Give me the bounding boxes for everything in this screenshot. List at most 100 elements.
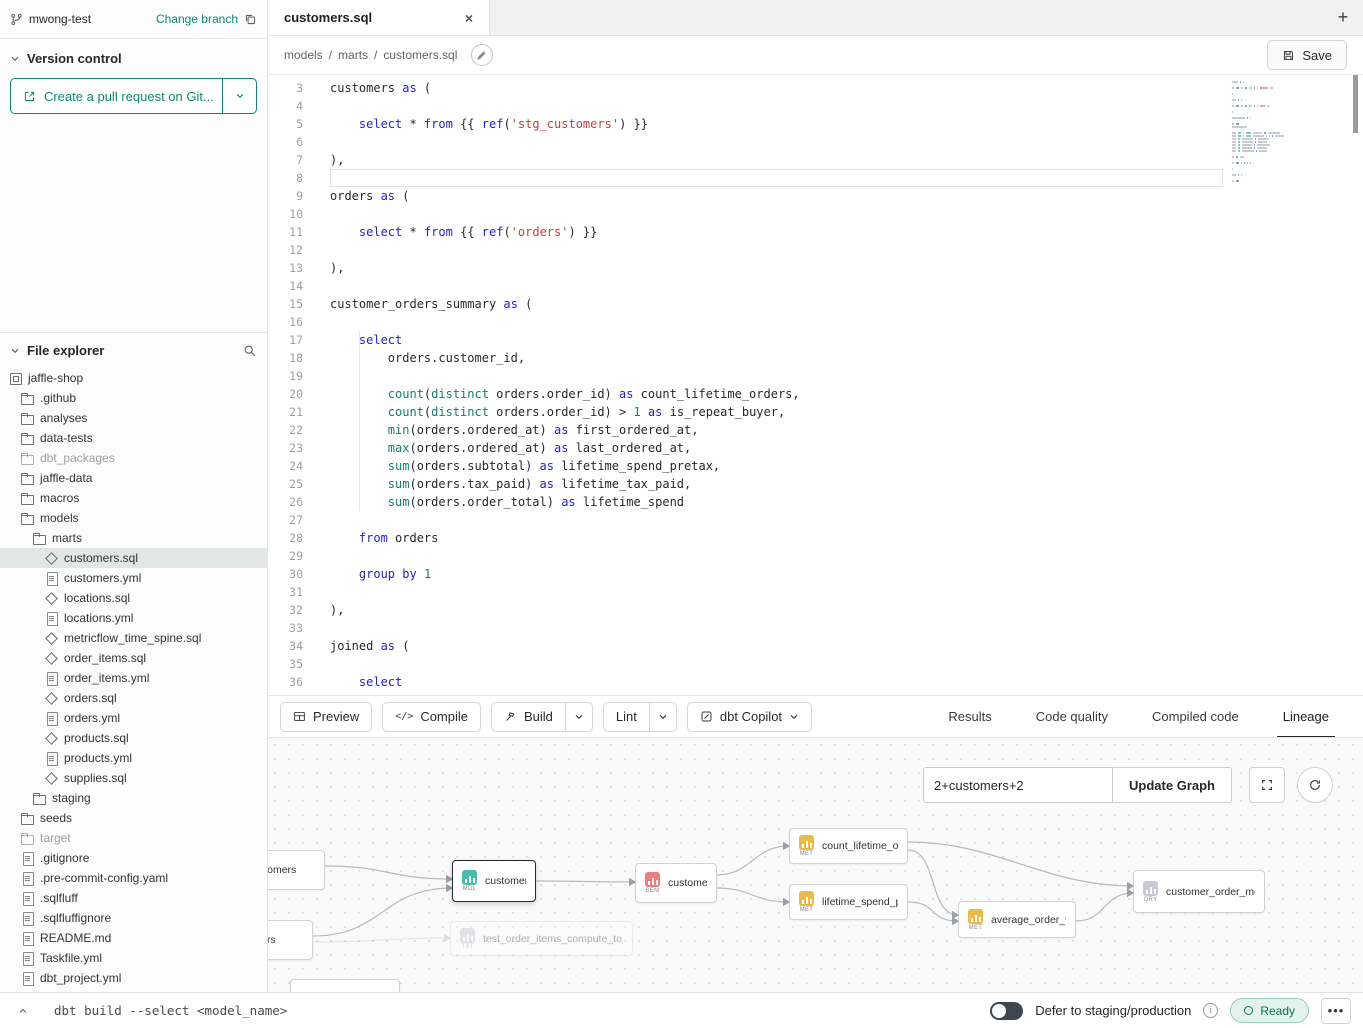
file-tree-item[interactable]: orders.yml <box>0 708 267 728</box>
code-line[interactable]: 16 <box>268 313 1363 331</box>
chevron-down-icon[interactable] <box>10 54 20 64</box>
change-branch-link[interactable]: Change branch <box>156 12 238 26</box>
code-line[interactable]: 33 <box>268 619 1363 637</box>
lineage-node[interactable] <box>290 979 400 992</box>
file-tree-item[interactable]: .sqlfluff <box>0 888 267 908</box>
code-line[interactable]: 27 <box>268 511 1363 529</box>
code-editor[interactable]: 3customers as (45 select * from {{ ref('… <box>268 75 1363 695</box>
file-tree-item[interactable]: jaffle-shop <box>0 368 267 388</box>
file-tree-item[interactable]: marts <box>0 528 267 548</box>
file-tree-item[interactable]: seeds <box>0 808 267 828</box>
build-button[interactable]: Build <box>491 702 565 732</box>
code-line[interactable]: 15customer_orders_summary as ( <box>268 295 1363 313</box>
lint-button[interactable]: Lint <box>603 702 649 732</box>
lineage-node[interactable]: METaverage_order_value <box>958 901 1076 938</box>
preview-button[interactable]: Preview <box>280 702 372 732</box>
defer-toggle[interactable] <box>990 1002 1023 1020</box>
code-line[interactable]: 30 group by 1 <box>268 565 1363 583</box>
code-line[interactable]: 14 <box>268 277 1363 295</box>
file-tree-item[interactable]: data-tests <box>0 428 267 448</box>
lineage-node[interactable]: SEMcustomers <box>635 863 717 903</box>
file-tree-item[interactable]: .sqlfluffignore <box>0 908 267 928</box>
fullscreen-icon[interactable] <box>1249 767 1285 803</box>
chevron-up-icon[interactable] <box>12 1000 34 1022</box>
file-tree-item[interactable]: order_items.yml <box>0 668 267 688</box>
code-line[interactable]: 35 <box>268 655 1363 673</box>
info-icon[interactable]: i <box>1203 1003 1218 1018</box>
file-tree-item[interactable]: locations.yml <box>0 608 267 628</box>
panel-tab-lineage[interactable]: Lineage <box>1261 696 1351 738</box>
file-tree-item[interactable]: jaffle-data <box>0 468 267 488</box>
save-button[interactable]: Save <box>1267 40 1347 70</box>
lineage-node[interactable]: METlifetime_spend_pretax <box>789 884 908 920</box>
code-line[interactable]: 6 <box>268 133 1363 151</box>
lineage-node[interactable]: MDLcustomers <box>452 860 536 902</box>
code-line[interactable]: 3customers as ( <box>268 79 1363 97</box>
code-line[interactable]: 22 min(orders.ordered_at) as first_order… <box>268 421 1363 439</box>
file-tree-item[interactable]: products.sql <box>0 728 267 748</box>
code-line[interactable]: 11 select * from {{ ref('orders') }} <box>268 223 1363 241</box>
lineage-node[interactable]: TSTtest_order_items_compute_to_bools... <box>450 921 633 956</box>
breadcrumb-marts[interactable]: marts <box>338 48 368 62</box>
compile-button[interactable]: </> Compile <box>382 702 481 732</box>
build-dropdown-button[interactable] <box>565 702 593 732</box>
code-line[interactable]: 34joined as ( <box>268 637 1363 655</box>
lineage-node[interactable]: METcount_lifetime_orders <box>789 828 908 864</box>
file-tree-item[interactable]: metricflow_time_spine.sql <box>0 628 267 648</box>
file-tree-item[interactable]: orders.sql <box>0 688 267 708</box>
lineage-selector-input[interactable] <box>923 767 1113 803</box>
file-tree-item[interactable]: customers.sql <box>0 548 267 568</box>
file-tree-item[interactable]: supplies.sql <box>0 768 267 788</box>
code-line[interactable]: 24 sum(orders.subtotal) as lifetime_spen… <box>268 457 1363 475</box>
search-icon[interactable] <box>243 344 257 358</box>
file-tree-item[interactable]: customers.yml <box>0 568 267 588</box>
panel-tab-compiled-code[interactable]: Compiled code <box>1130 696 1261 738</box>
code-line[interactable]: 26 sum(orders.order_total) as lifetime_s… <box>268 493 1363 511</box>
file-tree-item[interactable]: macros <box>0 488 267 508</box>
code-line[interactable]: 32), <box>268 601 1363 619</box>
code-line[interactable]: 5 select * from {{ ref('stg_customers') … <box>268 115 1363 133</box>
lineage-node[interactable]: MDLorders <box>268 920 313 960</box>
code-line[interactable]: 13), <box>268 259 1363 277</box>
file-tree-item[interactable]: README.md <box>0 928 267 948</box>
lineage-node[interactable]: MDLstg_customers <box>268 850 325 890</box>
code-line[interactable]: 8 <box>268 169 1363 187</box>
code-line[interactable]: 21 count(distinct orders.order_id) > 1 a… <box>268 403 1363 421</box>
code-line[interactable]: 4 <box>268 97 1363 115</box>
panel-tab-results[interactable]: Results <box>926 696 1013 738</box>
file-tree-item[interactable]: dbt_packages <box>0 448 267 468</box>
breadcrumb-models[interactable]: models <box>284 48 323 62</box>
file-tree-item[interactable]: .gitignore <box>0 848 267 868</box>
code-line[interactable]: 25 sum(orders.tax_paid) as lifetime_tax_… <box>268 475 1363 493</box>
code-line[interactable]: 10 <box>268 205 1363 223</box>
code-line[interactable]: 20 count(distinct orders.order_id) as co… <box>268 385 1363 403</box>
code-line[interactable]: 19 <box>268 367 1363 385</box>
chevron-down-icon[interactable] <box>10 346 20 356</box>
file-tree-item[interactable]: products.yml <box>0 748 267 768</box>
minimap[interactable] <box>1232 81 1310 183</box>
dbt-command-text[interactable]: dbt build --select <model_name> <box>54 1003 287 1018</box>
new-tab-button[interactable]: + <box>1323 0 1363 35</box>
code-line[interactable]: 29 <box>268 547 1363 565</box>
create-pr-button[interactable]: Create a pull request on Git... <box>11 79 222 113</box>
code-line[interactable]: 36 select <box>268 673 1363 691</box>
file-tree-item[interactable]: models <box>0 508 267 528</box>
code-line[interactable]: 7), <box>268 151 1363 169</box>
code-line[interactable]: 23 max(orders.ordered_at) as last_ordere… <box>268 439 1363 457</box>
status-badge[interactable]: Ready <box>1230 998 1309 1023</box>
lineage-node[interactable]: QRYcustomer_order_metrics <box>1133 870 1265 913</box>
pr-dropdown-button[interactable] <box>222 79 256 113</box>
file-tree-item[interactable]: .pre-commit-config.yaml <box>0 868 267 888</box>
copilot-status-icon[interactable] <box>471 44 493 66</box>
file-tree-item[interactable]: locations.sql <box>0 588 267 608</box>
code-line[interactable]: 31 <box>268 583 1363 601</box>
file-tree-item[interactable]: target <box>0 828 267 848</box>
lint-dropdown-button[interactable] <box>649 702 677 732</box>
close-icon[interactable]: × <box>465 10 473 26</box>
file-tree-item[interactable]: dbt_project.yml <box>0 968 267 988</box>
copy-icon[interactable] <box>244 13 257 26</box>
tab-customers-sql[interactable]: customers.sql × <box>268 0 490 35</box>
update-graph-button[interactable]: Update Graph <box>1113 767 1232 803</box>
file-tree-item[interactable]: .github <box>0 388 267 408</box>
refresh-icon[interactable] <box>1297 767 1333 803</box>
